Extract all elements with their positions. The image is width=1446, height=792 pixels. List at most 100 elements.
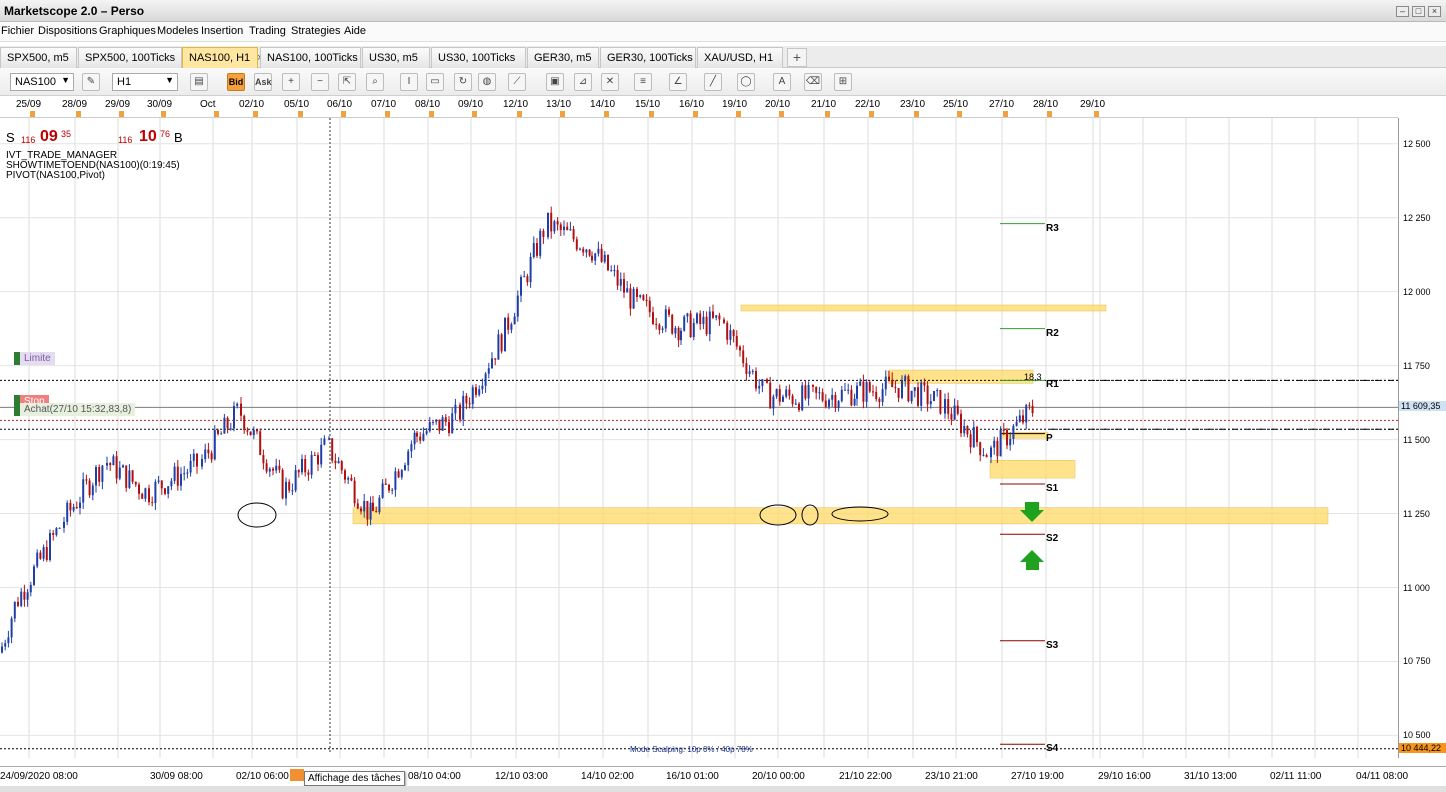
tab-us30-100ticks[interactable]: US30, 100Ticks — [431, 47, 526, 68]
date-marker — [736, 111, 741, 117]
candle-body — [600, 248, 603, 262]
candle-body — [972, 426, 975, 448]
bid-button[interactable]: Bid — [227, 73, 245, 91]
maximize-button[interactable]: □ — [1412, 6, 1425, 17]
candle-body — [441, 417, 444, 431]
tab-spx500-m5[interactable]: SPX500, m5 — [0, 47, 77, 68]
refresh-icon[interactable]: ↻ — [454, 73, 472, 91]
menu-dispositions[interactable]: Dispositions — [38, 25, 97, 37]
magnifier-icon[interactable]: ⌕ — [366, 73, 384, 91]
ruler-icon[interactable]: ⟋ — [508, 73, 526, 91]
price-tick-label: 12 250 — [1403, 212, 1431, 223]
tab-xauusd-h1[interactable]: XAU/USD, H1 — [697, 47, 783, 68]
date-marker — [604, 111, 609, 117]
line-icon[interactable]: ╱ — [704, 73, 722, 91]
candle-body — [726, 322, 729, 340]
candle-body — [510, 324, 513, 330]
zoom-fit-icon[interactable]: ⇱ — [338, 73, 356, 91]
ask-button[interactable]: Ask — [254, 73, 272, 91]
date-marker — [1047, 111, 1052, 117]
candle-body — [384, 483, 387, 485]
candle-body — [281, 469, 284, 499]
candle-body — [213, 429, 216, 460]
candle-body — [1031, 405, 1034, 414]
pivot-label: P — [1046, 432, 1053, 444]
menu-aide[interactable]: Aide — [344, 25, 366, 37]
menu-modeles[interactable]: Modeles — [157, 25, 199, 37]
tab-spx500-100ticks[interactable]: SPX500, 100Ticks — [78, 47, 182, 68]
buy-order-tag[interactable]: Achat(27/10 15:32,83,8) — [14, 403, 136, 416]
candle-body — [375, 511, 378, 513]
globe-icon[interactable]: ◍ — [478, 73, 496, 91]
candle-body — [904, 376, 907, 380]
bid-ask-quote[interactable]: S 116 09 35 116 10 76 B — [6, 128, 186, 148]
date-marker — [1003, 111, 1008, 117]
buy-prefix: 116 — [118, 135, 133, 145]
zoom-in-icon[interactable]: + — [282, 73, 300, 91]
date-label: 22/10 — [855, 99, 881, 110]
crosshair-icon[interactable]: I — [400, 73, 418, 91]
candle-body — [366, 500, 369, 520]
price-axis[interactable]: 12 500 12 250 12 000 11 750 11 500 11 250 11 0… — [1398, 118, 1446, 758]
time-tick-label: 14/10 02:00 — [581, 771, 634, 782]
tab-us30-m5[interactable]: US30, m5 — [362, 47, 430, 68]
candle-body — [840, 389, 843, 402]
candle-body — [888, 376, 890, 380]
minimize-button[interactable]: – — [1396, 6, 1409, 17]
trendline-icon[interactable]: ∠ — [669, 73, 687, 91]
image-icon[interactable]: ▣ — [546, 73, 564, 91]
price-tick-label: 12 500 — [1403, 138, 1431, 149]
eraser-icon[interactable]: ✎ — [82, 73, 100, 91]
timeframe-select[interactable]: H1 ▼ — [112, 73, 178, 91]
fibonacci-icon[interactable]: ✕ — [601, 73, 619, 91]
candle-body — [246, 430, 249, 432]
candle-body — [824, 400, 827, 407]
add-tab-button[interactable]: + — [787, 48, 807, 67]
candle-body — [878, 399, 881, 402]
tab-nas100-h1[interactable]: NAS100, H1× — [182, 47, 264, 68]
candle-body — [328, 438, 330, 440]
candle-body — [782, 396, 784, 402]
zoom-out-icon[interactable]: − — [311, 73, 329, 91]
limit-order-tag[interactable]: Limite — [14, 352, 55, 365]
lines-icon[interactable]: ≡ — [634, 73, 652, 91]
menu-insertion[interactable]: Insertion — [201, 25, 243, 37]
candle-body — [884, 376, 887, 390]
candle-body — [775, 389, 778, 397]
tab-ger30-m5[interactable]: GER30, m5 — [527, 47, 599, 68]
tab-ger30-100ticks[interactable]: GER30, 100Ticks — [600, 47, 696, 68]
candle-body — [966, 425, 969, 435]
time-tick-label: 04/11 08:00 — [1356, 771, 1409, 782]
candle-body — [539, 230, 542, 256]
close-window-button[interactable]: × — [1428, 6, 1441, 17]
candle-body — [778, 389, 781, 402]
tab-nas100-100ticks[interactable]: NAS100, 100Ticks — [260, 47, 361, 68]
candle-body — [607, 254, 609, 271]
candle-body — [82, 479, 85, 503]
bar-chart-icon[interactable]: ▤ — [190, 73, 208, 91]
candle-body — [478, 389, 481, 395]
candle-body — [157, 480, 160, 482]
date-label: 30/09 — [147, 99, 173, 110]
indicator-label[interactable]: PIVOT(NAS100,Pivot) — [6, 171, 186, 181]
date-label: 02/10 — [239, 99, 265, 110]
candle-body — [448, 421, 450, 434]
candle-body — [26, 592, 29, 600]
shape-icon[interactable]: ◯ — [737, 73, 755, 91]
menu-graphiques[interactable]: Graphiques — [99, 25, 156, 37]
instrument-select[interactable]: NAS100 ▼ — [10, 73, 74, 91]
date-marker — [429, 111, 434, 117]
candle-body — [742, 350, 745, 364]
candle-body — [344, 470, 346, 480]
pin-icon[interactable]: ⊿ — [574, 73, 592, 91]
note-icon[interactable]: ▭ — [426, 73, 444, 91]
menu-fichier[interactable]: Fichier — [1, 25, 34, 37]
text-icon[interactable]: A — [773, 73, 791, 91]
menu-strategies[interactable]: Strategies — [291, 25, 341, 37]
delete-icon[interactable]: ⌫ — [804, 73, 822, 91]
tree-icon[interactable]: ⊞ — [834, 73, 852, 91]
menu-trading[interactable]: Trading — [249, 25, 286, 37]
candle-body — [148, 488, 150, 503]
sell-price: 09 — [40, 128, 58, 145]
price-chart[interactable] — [0, 118, 1398, 758]
